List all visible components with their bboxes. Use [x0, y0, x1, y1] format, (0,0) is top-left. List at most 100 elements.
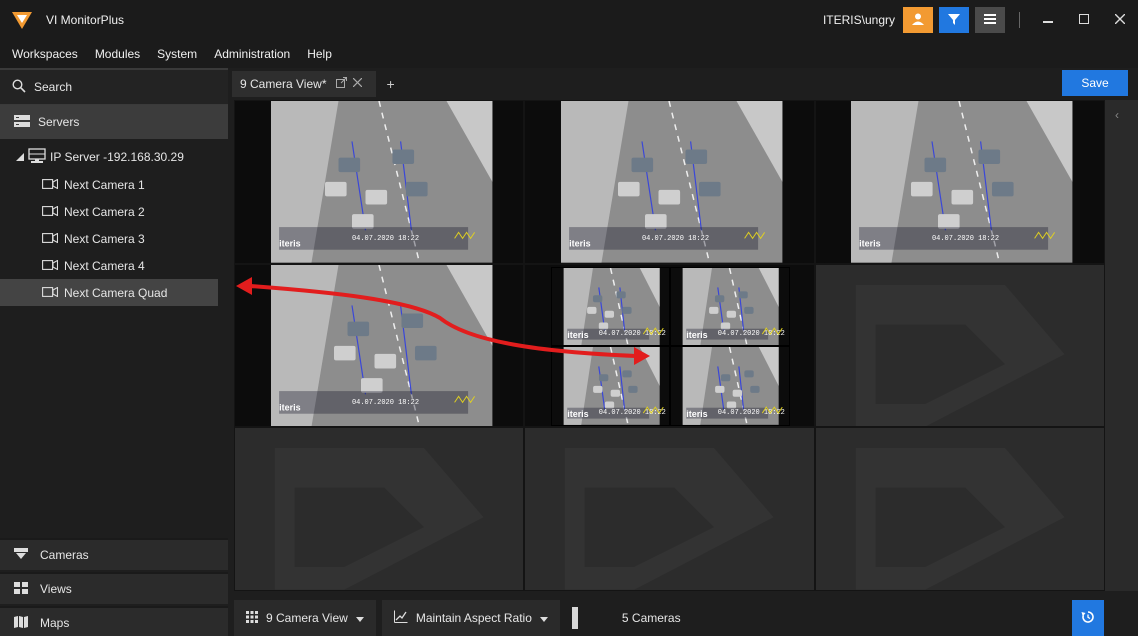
server-icon — [28, 147, 46, 167]
maximize-button[interactable] — [1066, 0, 1102, 40]
camera-tile-6[interactable] — [814, 263, 1105, 428]
svg-text:iteris: iteris — [568, 410, 589, 420]
svg-text:iteris: iteris — [279, 402, 300, 412]
tree-camera-quad[interactable]: Next Camera Quad — [0, 279, 218, 306]
camera-feed-quad: iteris 04.07.2020 18:22 iteris 04.07.2020 1… — [525, 265, 813, 427]
servers-header[interactable]: Servers — [0, 105, 228, 139]
close-button[interactable] — [1102, 0, 1138, 40]
map-icon — [14, 615, 28, 631]
empty-tile-watermark — [274, 448, 484, 590]
hamburger-icon — [984, 13, 996, 27]
chevron-left-icon[interactable]: ‹ — [1115, 108, 1119, 122]
maximize-icon — [1079, 13, 1089, 27]
save-button[interactable]: Save — [1062, 70, 1128, 96]
camera-tile-7[interactable] — [234, 427, 525, 591]
camera-tile-9[interactable] — [814, 427, 1105, 591]
title-separator — [1019, 12, 1020, 28]
refresh-button[interactable] — [1072, 600, 1104, 636]
grid-icon — [246, 610, 258, 626]
menu-help[interactable]: Help — [307, 47, 332, 61]
servers-icon — [14, 114, 30, 130]
refresh-icon — [1081, 610, 1095, 627]
camera-feed: iteris 04.07.2020 18:22 — [235, 101, 523, 263]
camera-tile-2[interactable]: iteris 04.07.2020 18:22 — [524, 100, 815, 264]
svg-text:04.07.2020 18:22: 04.07.2020 18:22 — [642, 235, 709, 243]
popout-icon[interactable] — [336, 77, 348, 91]
layout-label: 9 Camera View — [266, 611, 348, 625]
search-label: Search — [34, 80, 73, 94]
camera-label: Next Camera 1 — [64, 177, 145, 192]
camera-tile-8[interactable] — [524, 427, 815, 591]
user-name: ITERIS\ungry — [822, 13, 895, 27]
camera-icon — [42, 205, 59, 219]
cameras-label: Cameras — [40, 548, 89, 562]
app-title: VI MonitorPlus — [46, 13, 125, 27]
camera-panel-icon — [14, 547, 28, 563]
svg-text:04.07.2020 18:22: 04.07.2020 18:22 — [718, 409, 785, 417]
filter-icon — [948, 13, 960, 28]
cameras-panel-button[interactable]: Cameras — [0, 538, 228, 570]
camera-count: 5 Cameras — [621, 611, 681, 625]
tree-server-node[interactable]: IP Server -192.168.30.29 — [0, 143, 228, 171]
svg-text:04.07.2020 18:22: 04.07.2020 18:22 — [599, 330, 666, 338]
search-icon — [12, 78, 26, 96]
menu-system[interactable]: System — [157, 47, 197, 61]
grid-icon — [14, 581, 28, 597]
servers-label: Servers — [38, 115, 80, 129]
camera-tile-5[interactable]: iteris 04.07.2020 18:22 iteris 04.07.2020 1… — [524, 263, 815, 428]
views-panel-button[interactable]: Views — [0, 572, 228, 604]
views-label: Views — [40, 582, 72, 596]
camera-label: Next Camera Quad — [64, 285, 168, 300]
camera-icon — [42, 232, 59, 246]
maps-panel-button[interactable]: Maps — [0, 606, 228, 636]
search-bar[interactable]: Search — [0, 68, 228, 105]
camera-feed: iteris 04.07.2020 18:22 — [525, 101, 813, 263]
tree-camera-4[interactable]: Next Camera 4 — [0, 252, 228, 279]
tree-camera-1[interactable]: Next Camera 1 — [0, 171, 228, 198]
minimize-icon — [1043, 13, 1053, 27]
filter-button[interactable] — [939, 7, 969, 33]
layout-dropdown[interactable]: 9 Camera View — [234, 600, 376, 636]
vi-logo-icon — [8, 6, 36, 34]
tree-camera-2[interactable]: Next Camera 2 — [0, 198, 228, 225]
right-collapse-panel[interactable]: ‹ — [1105, 100, 1138, 591]
sidebar: Search Servers IP Server -192.168.30.29 … — [0, 68, 228, 636]
camera-icon — [42, 178, 59, 192]
title-bar: VI MonitorPlus ITERIS\ungry — [0, 0, 1138, 40]
tab-close-icon[interactable] — [353, 77, 363, 90]
empty-tile-watermark — [855, 284, 1065, 427]
camera-tile-1[interactable]: iteris 04.07.2020 18:22 — [234, 100, 525, 264]
empty-tile-watermark — [855, 448, 1065, 590]
menu-administration[interactable]: Administration — [214, 47, 290, 61]
camera-icon — [42, 259, 59, 273]
server-tree: IP Server -192.168.30.29 Next Camera 1 N… — [0, 139, 228, 306]
menu-modules[interactable]: Modules — [95, 47, 140, 61]
expand-icon[interactable] — [16, 150, 24, 164]
camera-feed: iteris 04.07.2020 18:22 — [235, 264, 523, 427]
user-button[interactable] — [903, 7, 933, 33]
close-icon — [1114, 13, 1126, 27]
svg-text:iteris: iteris — [569, 238, 590, 248]
svg-text:iteris: iteris — [859, 238, 880, 248]
menu-workspaces[interactable]: Workspaces — [12, 47, 78, 61]
camera-label: Next Camera 3 — [64, 231, 145, 246]
svg-text:iteris: iteris — [279, 238, 300, 248]
menu-button[interactable] — [975, 7, 1005, 33]
chevron-down-icon — [355, 611, 364, 625]
camera-label: Next Camera 2 — [64, 204, 145, 219]
aspect-dropdown[interactable]: Maintain Aspect Ratio — [381, 600, 560, 636]
camera-tile-3[interactable]: iteris 04.07.2020 18:22 — [814, 100, 1105, 264]
svg-text:04.07.2020 18:22: 04.07.2020 18:22 — [352, 399, 419, 407]
tab-9-camera-view[interactable]: 9 Camera View* — [232, 71, 377, 97]
tab-label: 9 Camera View* — [240, 77, 327, 91]
minimize-button[interactable] — [1030, 0, 1066, 40]
camera-tile-4[interactable]: iteris 04.07.2020 18:22 — [234, 263, 525, 428]
empty-tile-watermark — [565, 448, 774, 590]
camera-icon — [42, 286, 59, 300]
svg-text:04.07.2020 18:22: 04.07.2020 18:22 — [932, 235, 999, 243]
tree-camera-3[interactable]: Next Camera 3 — [0, 225, 228, 252]
user-icon — [911, 12, 925, 29]
add-tab-button[interactable]: + — [386, 76, 394, 92]
chevron-down-icon — [539, 611, 548, 625]
svg-text:iteris: iteris — [687, 410, 708, 420]
